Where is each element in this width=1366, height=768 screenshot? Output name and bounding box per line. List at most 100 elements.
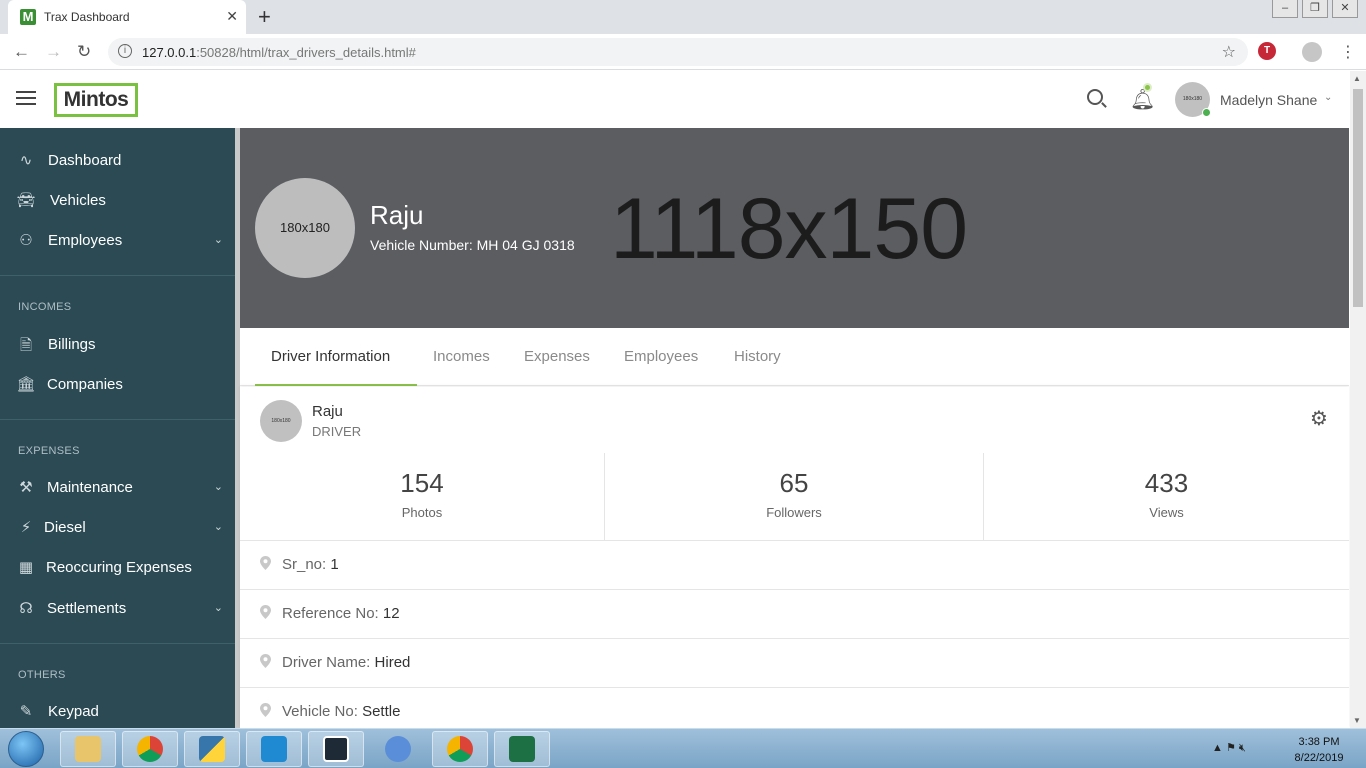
taskbar-clock[interactable]: 3:38 PM 8/22/2019: [1284, 734, 1354, 766]
users-icon: ⚇: [19, 232, 33, 249]
profile-banner: 180x180 Raju Vehicle Number: MH 04 GJ 03…: [240, 128, 1349, 328]
forward-arrow-icon[interactable]: →: [45, 42, 62, 62]
sidebar-item-companies[interactable]: 🏛︎ Companies: [0, 364, 235, 404]
pencil-icon: ✎: [19, 703, 33, 720]
bookmark-star-icon[interactable]: ☆: [1222, 42, 1236, 62]
sidebar-item-label: Dashboard: [48, 152, 122, 169]
sidebar-item-settlements[interactable]: ☊ Settlements ⌄: [0, 588, 235, 628]
scroll-up-icon[interactable]: ▲: [1353, 74, 1361, 83]
minimize-button[interactable]: –: [1272, 0, 1298, 18]
detail-text: Driver Name: Hired: [282, 654, 411, 671]
url-text[interactable]: 127.0.0.1:50828/html/trax_drivers_detail…: [142, 45, 416, 60]
tab-employees[interactable]: Employees: [624, 348, 698, 365]
app-header: Mintos 🔔︎ 180x180 Madelyn Shane ⌄: [0, 71, 1350, 128]
gear-icon[interactable]: ⚙︎: [1310, 406, 1328, 431]
logo[interactable]: Mintos: [54, 83, 138, 117]
sidebar-item-keypad[interactable]: ✎ Keypad: [0, 691, 235, 731]
user-name[interactable]: Madelyn Shane: [1220, 92, 1317, 108]
sidebar-item-dashboard[interactable]: ∿ Dashboard: [0, 140, 235, 180]
profile-role: DRIVER: [312, 424, 362, 439]
profile-icon[interactable]: [1302, 42, 1322, 62]
browser-toolbar: ← → ↻ i 127.0.0.1:50828/html/trax_driver…: [0, 34, 1366, 70]
reload-icon[interactable]: ↻: [77, 42, 91, 62]
sidebar-item-label: Settlements: [47, 600, 127, 617]
driver-info-card: 180x180 Raju DRIVER ⚙︎ 154 Photos 65 Fol…: [240, 387, 1349, 728]
sidebar-item-billings[interactable]: 🗎︎ Billings: [0, 324, 235, 364]
sidebar-item-label: Billings: [48, 336, 96, 353]
divider: [0, 275, 235, 276]
sidebar-item-label: Keypad: [48, 703, 99, 720]
map-pin-icon: [260, 703, 271, 717]
tab-close-icon[interactable]: ✕: [226, 8, 238, 25]
taskbar-python[interactable]: [184, 731, 240, 767]
headset-icon: ☊: [19, 600, 33, 617]
detail-row-driver-name: Driver Name: Hired: [240, 638, 1349, 687]
window-controls: – ❐ ✕: [1268, 0, 1358, 18]
folder-icon: [75, 736, 101, 762]
restore-button[interactable]: ❐: [1302, 0, 1328, 18]
chevron-down-icon: ⌄: [213, 481, 223, 493]
taskbar-vscode[interactable]: [246, 731, 302, 767]
chevron-down-icon: ⌄: [213, 521, 223, 533]
sidebar-item-vehicles[interactable]: 🚘︎ Vehicles: [0, 180, 235, 220]
chevron-down-icon: ⌄: [213, 602, 223, 614]
bank-icon: 🏛︎: [16, 376, 36, 393]
notification-bell-icon[interactable]: 🔔︎: [1130, 83, 1155, 112]
user-avatar[interactable]: 180x180: [1175, 82, 1211, 117]
sidebar-item-reoccuring-expenses[interactable]: ▦ Reoccuring Expenses: [0, 547, 235, 587]
taskbar-chrome[interactable]: [122, 731, 178, 767]
close-window-button[interactable]: ✕: [1332, 0, 1358, 18]
profile-name: Raju: [312, 403, 343, 420]
chrome-icon: [385, 736, 411, 762]
tab-driver-information[interactable]: Driver Information: [271, 348, 390, 365]
notification-dot: [1143, 83, 1152, 92]
info-icon[interactable]: i: [118, 44, 132, 58]
tab-expenses[interactable]: Expenses: [524, 348, 590, 365]
tab-incomes[interactable]: Incomes: [433, 348, 490, 365]
back-arrow-icon[interactable]: ←: [13, 42, 30, 62]
sidebar-item-label: Diesel: [44, 519, 86, 536]
banner-avatar: 180x180: [255, 178, 355, 278]
start-button[interactable]: [8, 731, 44, 767]
new-tab-button[interactable]: +: [258, 4, 271, 30]
clock-date: 8/22/2019: [1294, 752, 1344, 764]
map-pin-icon: [260, 556, 271, 570]
taskbar-excel[interactable]: [494, 731, 550, 767]
search-icon[interactable]: [1087, 89, 1103, 105]
pulse-icon: ∿: [19, 152, 33, 169]
sidebar-item-maintenance[interactable]: ⚒︎ Maintenance ⌄: [0, 467, 235, 507]
wrench-icon: ⚒︎: [19, 479, 33, 496]
taskbar-chrome-3[interactable]: [432, 731, 488, 767]
taskbar-chrome-2[interactable]: [370, 731, 426, 767]
scrollbar-thumb[interactable]: [1353, 89, 1363, 307]
chart-icon: ▦: [18, 559, 34, 576]
taskbar-brackets[interactable]: [308, 731, 364, 767]
more-menu-icon[interactable]: ⋮: [1340, 42, 1356, 62]
chrome-icon: [137, 736, 163, 762]
banner-placeholder-image: 1118x150: [610, 181, 968, 277]
detail-text: Reference No: 12: [282, 605, 400, 622]
browser-tab[interactable]: M Trax Dashboard ✕: [8, 0, 246, 34]
sidebar-item-employees[interactable]: ⚇ Employees ⌄: [0, 220, 235, 260]
extension-icon[interactable]: T: [1258, 42, 1276, 60]
excel-icon: [509, 736, 535, 762]
address-bar[interactable]: i 127.0.0.1:50828/html/trax_drivers_deta…: [108, 38, 1248, 66]
vscode-icon: [261, 736, 287, 762]
section-title-expenses: EXPENSES: [18, 445, 80, 457]
taskbar-explorer[interactable]: [60, 731, 116, 767]
active-tab-underline: [255, 384, 417, 386]
sidebar-item-diesel[interactable]: ⚡︎ Diesel ⌄: [0, 507, 235, 547]
chevron-down-icon[interactable]: ⌄: [1324, 92, 1332, 103]
online-status-dot: [1202, 108, 1211, 117]
sidebar-item-label: Vehicles: [50, 192, 106, 209]
chrome-icon: [447, 736, 473, 762]
hamburger-menu-icon[interactable]: [16, 91, 36, 109]
sidebar-item-label: Employees: [48, 232, 123, 249]
system-tray-icons[interactable]: ▲ ⚑ 🔇︎: [1212, 741, 1246, 755]
sidebar-item-label: Companies: [47, 376, 123, 393]
stat-followers: 65 Followers: [605, 453, 983, 540]
tab-history[interactable]: History: [734, 348, 781, 365]
bolt-icon: ⚡︎: [20, 519, 32, 536]
page-scrollbar[interactable]: ▲ ▼: [1350, 71, 1366, 728]
scroll-down-icon[interactable]: ▼: [1353, 716, 1361, 725]
